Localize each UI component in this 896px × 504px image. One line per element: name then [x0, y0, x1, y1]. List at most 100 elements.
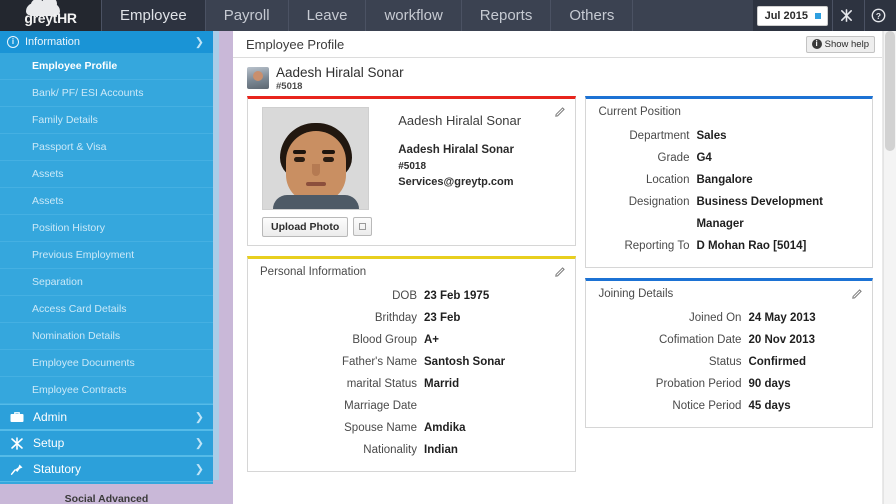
current-position-card: Current Position Department Sales Grade G4…: [585, 95, 873, 268]
field-row: Brithday 23 Feb: [248, 307, 575, 329]
briefcase-icon: [9, 411, 25, 423]
logo-text: greytHR: [24, 10, 77, 26]
sidebar-footer-label: Social Advanced: [64, 493, 149, 504]
chevron-right-icon: ❯: [194, 411, 204, 424]
page-scrollbar-thumb[interactable]: [885, 31, 895, 151]
field-label: DOB: [392, 289, 417, 302]
field-value: 90 days: [748, 377, 791, 390]
nav-tab-payroll[interactable]: Payroll: [206, 0, 289, 31]
help-button[interactable]: ?: [864, 0, 892, 31]
profile-id: #5018: [398, 161, 427, 173]
field-value: Marrid: [424, 377, 460, 390]
page-scrollbar[interactable]: [883, 31, 896, 504]
field-row: Reporting To D Mohan Rao [5014]: [586, 235, 872, 257]
sidebar-item-bank-pf-esi-accounts[interactable]: Bank/ PF/ ESI Accounts: [0, 80, 213, 107]
sidebar-section-statutory[interactable]: Statutory ❯: [0, 456, 213, 482]
show-help-button[interactable]: i Show help: [805, 35, 875, 53]
sidebar-item-family-details[interactable]: Family Details: [0, 107, 213, 134]
personal-information-fields: DOB 23 Feb 1975 Brithday 23 Feb Blood Grou…: [248, 283, 575, 471]
edit-joining-details-pencil-icon[interactable]: [852, 288, 863, 299]
edit-profile-pencil-icon[interactable]: [555, 106, 566, 117]
sidebar-scroll-track[interactable]: [213, 31, 219, 480]
personal-information-card: Personal Information DOB 23 Feb 1975 Brit…: [247, 255, 577, 472]
avatar: [247, 67, 269, 90]
field-value: 23 Feb: [424, 311, 461, 324]
field-value: Amdika: [424, 421, 466, 434]
field-label: Location: [645, 173, 690, 186]
nav-tab-leave[interactable]: Leave: [289, 0, 367, 31]
field-row: Location Bangalore: [586, 169, 872, 191]
square-icon: [359, 223, 367, 231]
sidebar-item-access-card-details[interactable]: Access Card Details: [0, 296, 213, 323]
app-logo[interactable]: greytHR: [0, 0, 101, 31]
pushpin-icon: [9, 463, 25, 476]
chevron-right-icon: ❯: [194, 463, 204, 476]
sidebar-section-label: Admin: [33, 410, 68, 424]
sidebar-item-employee-documents[interactable]: Employee Documents: [0, 350, 213, 377]
sidebar-item-nomination-details[interactable]: Nomination Details: [0, 323, 213, 350]
field-label: Father's Name: [341, 355, 417, 368]
sidebar-group-label: Information: [25, 36, 81, 48]
nav-tab-reports[interactable]: Reports: [462, 0, 552, 31]
sidebar-item-label: Position History: [32, 222, 105, 234]
field-row: Notice Period 45 days: [586, 395, 872, 417]
field-row: Cofimation Date 20 Nov 2013: [586, 329, 872, 351]
nav-tab-others[interactable]: Others: [551, 0, 634, 31]
field-label: Blood Group: [352, 333, 417, 346]
top-navigation-bar: greytHR Employee Payroll Leave workflow …: [0, 0, 896, 31]
field-value: A+: [424, 333, 440, 346]
sidebar-item-previous-employment[interactable]: Previous Employment: [0, 242, 213, 269]
field-value: Confirmed: [748, 355, 806, 368]
sidebar-divider-strip: [213, 31, 233, 504]
sidebar-group-information[interactable]: i Information ❯: [0, 31, 213, 53]
sidebar-item-assets-1[interactable]: Assets: [0, 161, 213, 188]
employee-id: #5018: [276, 80, 303, 92]
field-value: Bangalore: [696, 173, 753, 186]
field-row: Father's Name Santosh Sonar: [248, 351, 575, 373]
sidebar-item-label: Employee Documents: [32, 357, 135, 369]
edit-personal-information-pencil-icon[interactable]: [555, 266, 566, 277]
joining-details-fields: Joined On 24 May 2013 Cofimation Date 20 N…: [586, 305, 872, 427]
period-value: Jul 2015: [764, 9, 808, 22]
sidebar-section-label: Statutory: [33, 462, 82, 476]
nav-tab-workflow[interactable]: workflow: [366, 0, 462, 31]
photo-face-illustration: [272, 117, 359, 209]
profile-card-body: Upload Photo Aadesh Hiralal Sonar Aadesh…: [248, 99, 575, 245]
sidebar-item-employee-contracts[interactable]: Employee Contracts: [0, 377, 213, 404]
field-value: 20 Nov 2013: [748, 333, 815, 346]
sidebar-footer: Social Advanced: [0, 484, 213, 504]
sidebar-item-passport-visa[interactable]: Passport & Visa: [0, 134, 213, 161]
tools-settings-button[interactable]: [832, 0, 860, 31]
field-label: Reporting To: [624, 239, 690, 252]
sidebar-item-employee-profile[interactable]: Employee Profile: [0, 53, 213, 80]
application-window: greytHR Employee Payroll Leave workflow …: [0, 0, 896, 504]
field-row: marital Status Marrid: [248, 373, 575, 395]
period-selector[interactable]: Jul 2015: [756, 5, 828, 26]
photo-actions: Upload Photo: [262, 216, 373, 237]
sidebar-item-label: Previous Employment: [32, 249, 135, 261]
nav-tab-label: Reports: [479, 7, 533, 24]
nav-tab-label: workflow: [384, 7, 443, 24]
info-icon: i: [811, 39, 822, 49]
page-header: Employee Profile i Show help: [233, 31, 883, 58]
sidebar-section-setup[interactable]: Setup ❯: [0, 430, 213, 456]
sidebar-item-assets-2[interactable]: Assets: [0, 188, 213, 215]
field-row: Department Sales: [586, 125, 872, 147]
field-label: Department: [629, 129, 690, 142]
remove-photo-button[interactable]: [353, 217, 373, 237]
sidebar-item-label: Employee Contracts: [32, 384, 127, 396]
sidebar-item-separation[interactable]: Separation: [0, 269, 213, 296]
profile-name: Aadesh Hiralal Sonar: [398, 143, 514, 156]
field-value: G4: [696, 151, 712, 164]
field-value: Sales: [696, 129, 727, 142]
sidebar-section-admin[interactable]: Admin ❯: [0, 404, 213, 430]
upload-photo-button[interactable]: Upload Photo: [262, 216, 349, 237]
current-position-fields: Department Sales Grade G4 Location Bangalor…: [586, 123, 872, 267]
personal-information-title: Personal Information: [260, 265, 367, 278]
sidebar-item-position-history[interactable]: Position History: [0, 215, 213, 242]
tools-icon: [841, 9, 852, 22]
joining-details-card: Joining Details Joined On 24 May 2013 Cof…: [585, 277, 873, 428]
show-help-label: Show help: [824, 38, 869, 50]
info-circle-icon: i: [7, 36, 19, 48]
nav-tab-employee[interactable]: Employee: [101, 0, 206, 31]
